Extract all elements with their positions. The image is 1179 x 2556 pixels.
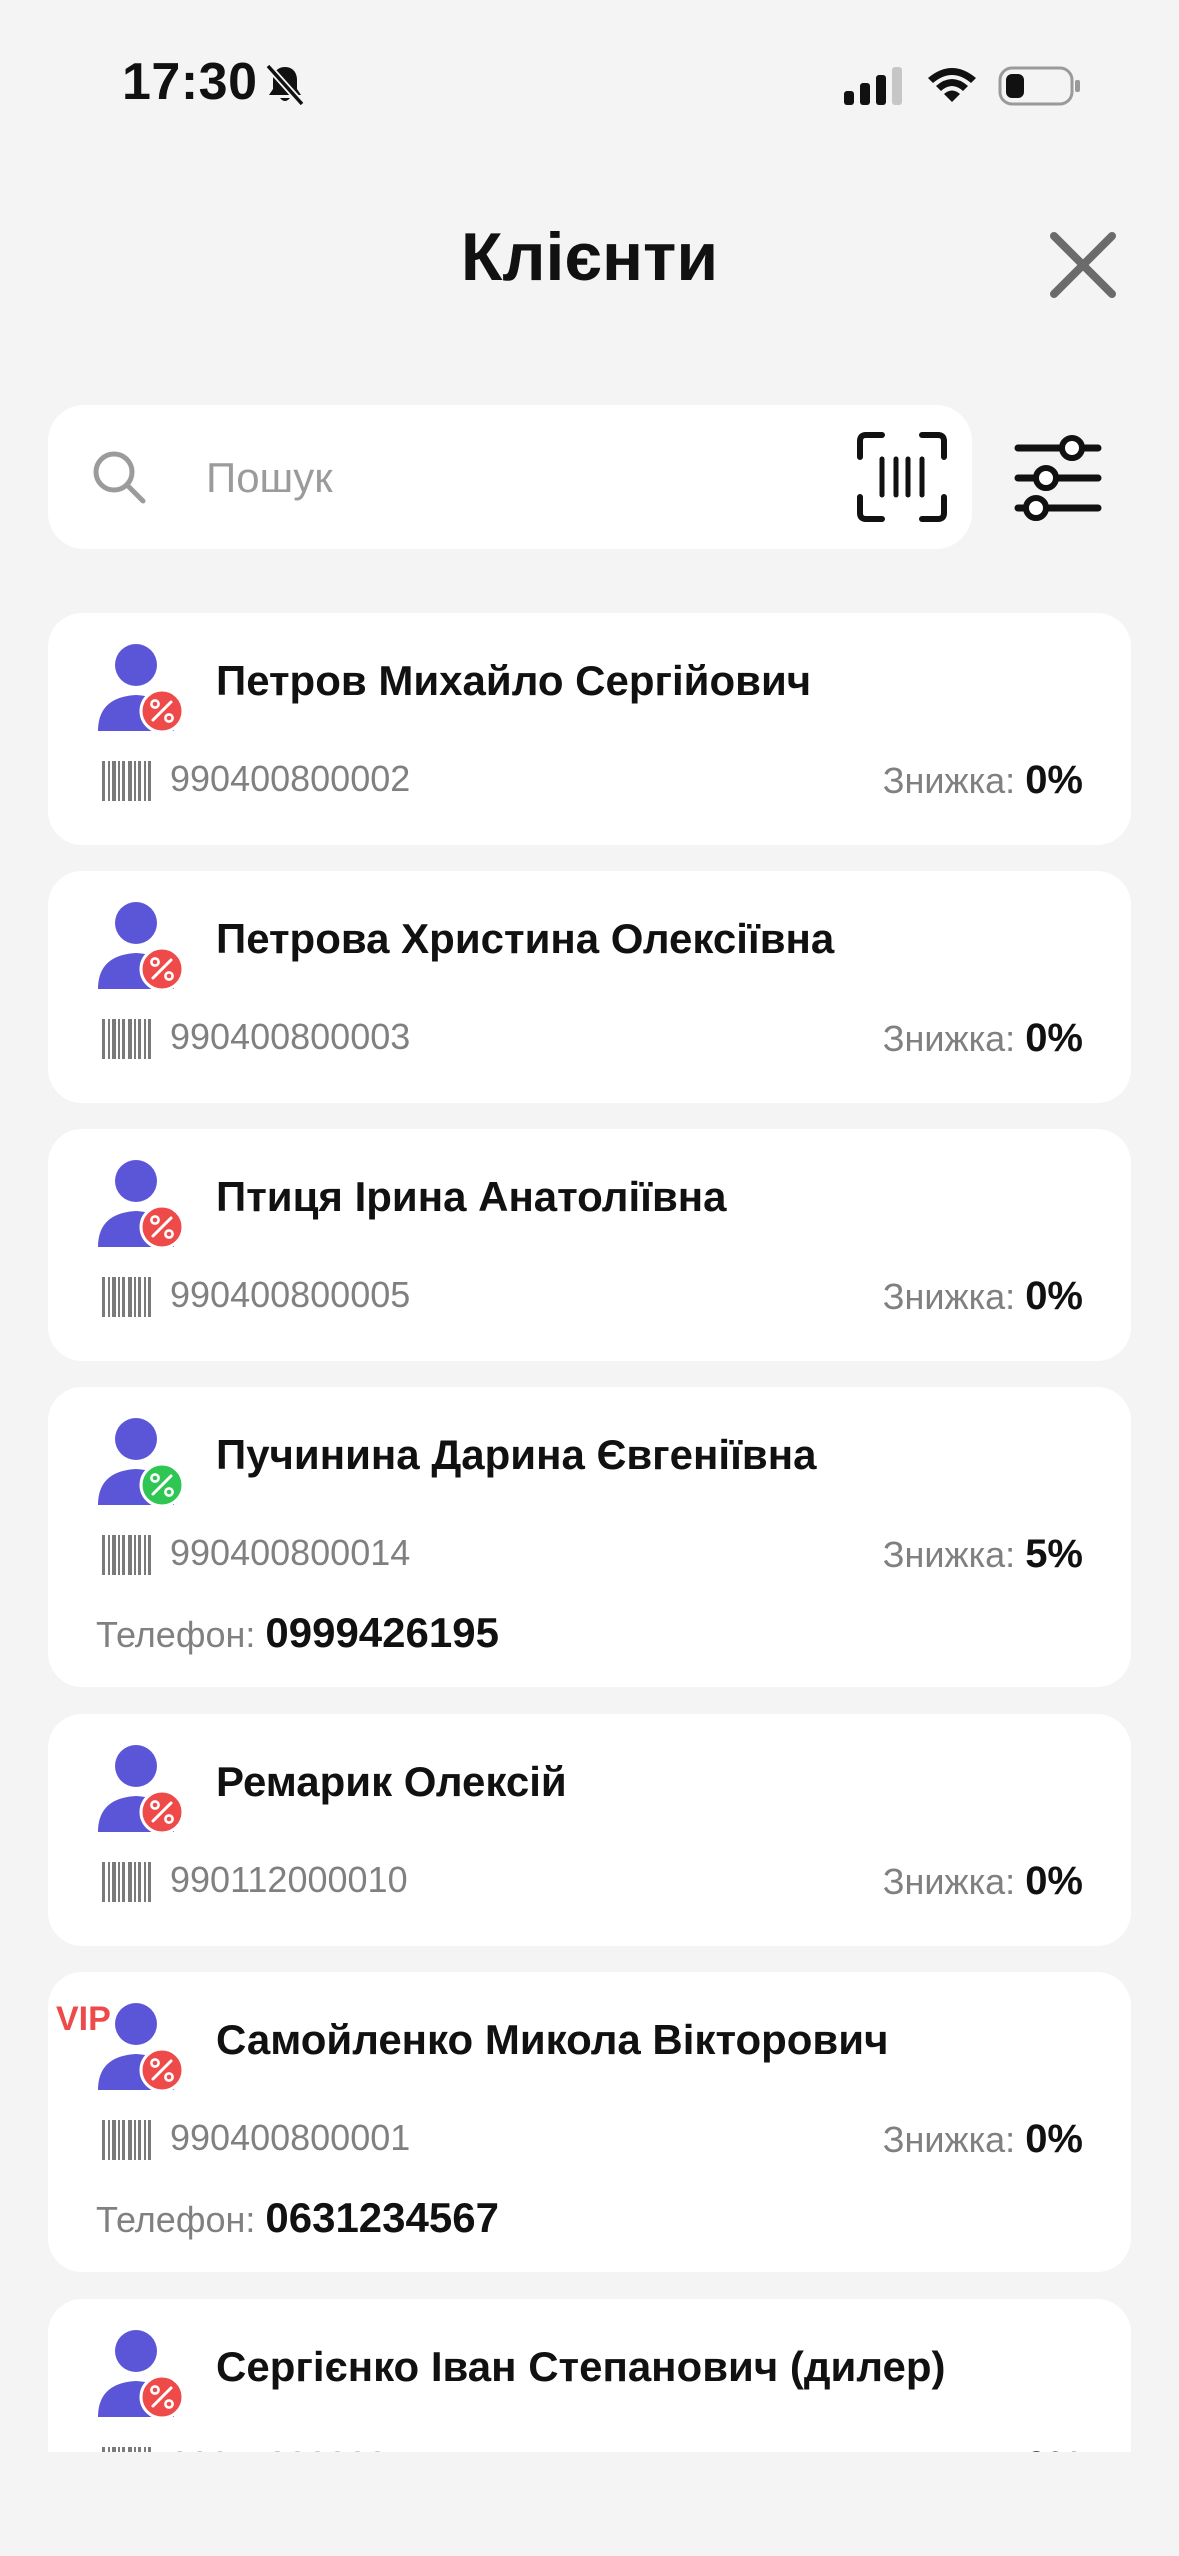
client-card[interactable]: Петрова Христина Олексіївна 990400800003 З… [48, 871, 1131, 1103]
client-name: Ремарик Олексій [216, 1758, 567, 1805]
discount-value: 0% [1025, 1016, 1083, 1060]
search-icon [93, 451, 146, 504]
client-name: Петров Михайло Сергійович [216, 657, 812, 704]
client-avatar-icon [98, 1745, 185, 1835]
client-phone: Телефон: 0999426195 [96, 1609, 499, 1657]
discount-label: Знижка: [882, 1276, 1016, 1317]
client-list: Петров Михайло Сергійович 990400800002 Зни… [0, 0, 1179, 2452]
search-input[interactable] [204, 441, 728, 515]
client-card[interactable]: Птиця Ірина Анатоліївна 990400800005 Знижк… [48, 1129, 1131, 1361]
client-card[interactable]: VIP Самойленко Микола Вікторович 990400800… [48, 1972, 1131, 2272]
client-barcode-number: 990112000001 [170, 2444, 408, 2452]
discount-value: 0% [1025, 2444, 1083, 2452]
barcode-icon [102, 1535, 151, 1575]
client-name: Пучинина Дарина Євгеніївна [216, 1431, 817, 1478]
discount-label: Знижка: [882, 760, 1016, 801]
phone-label: Телефон: [96, 1614, 256, 1655]
discount-label: Знижка: [882, 1018, 1016, 1059]
discount-value: 5% [1025, 1532, 1083, 1576]
client-name: Птиця Ірина Анатоліївна [216, 1173, 727, 1220]
client-discount: Знижка: 5% [883, 1532, 1083, 1577]
client-barcode-number: 990400800005 [170, 1274, 411, 1315]
client-barcode-number: 990400800014 [170, 1532, 411, 1573]
client-avatar-icon [98, 2330, 185, 2420]
discount-value: 0% [1025, 2117, 1083, 2161]
client-discount: Знижка: 0% [883, 2117, 1083, 2162]
barcode-icon [102, 1019, 151, 1059]
discount-label: Знижка: [882, 2119, 1016, 2160]
close-icon[interactable] [1040, 222, 1126, 308]
filter-sliders-icon[interactable] [1010, 430, 1106, 526]
client-card[interactable]: Сергієнко Іван Степанович (дилер) 9901120… [48, 2299, 1131, 2452]
discount-label: Знижка: [882, 1861, 1016, 1902]
client-barcode-number: 990400800002 [170, 758, 411, 799]
client-card[interactable]: Пучинина Дарина Євгеніївна 990400800014 Зн… [48, 1387, 1131, 1687]
client-avatar-icon [98, 1418, 185, 1508]
discount-value: 0% [1025, 1859, 1083, 1903]
client-barcode-number: 990400800003 [170, 1016, 411, 1057]
barcode-icon [102, 1862, 151, 1902]
discount-value: 0% [1025, 1274, 1083, 1318]
barcode-icon [102, 2120, 151, 2160]
client-avatar-icon [98, 644, 185, 734]
client-card[interactable]: Петров Михайло Сергійович 990400800002 Зни… [48, 613, 1131, 845]
client-barcode-number: 990400800001 [170, 2117, 411, 2158]
client-discount: Знижка: 0% [883, 1274, 1083, 1319]
phone-label: Телефон: [96, 2199, 256, 2240]
client-barcode-number: 990112000010 [170, 1859, 408, 1900]
phone-value: 0999426195 [265, 1609, 499, 1656]
client-phone: Телефон: 0631234567 [96, 2194, 499, 2242]
page-title: Клієнти [460, 219, 719, 295]
client-discount: Знижка: 0% [883, 1016, 1083, 1061]
client-name: Самойленко Микола Вікторович [216, 2016, 889, 2063]
client-discount: Знижка: 0% [883, 1859, 1083, 1904]
vip-badge: VIP [56, 2000, 111, 2038]
barcode-icon [102, 1277, 151, 1317]
barcode-scan-icon[interactable] [854, 429, 950, 525]
client-discount: Знижка: 0% [883, 758, 1083, 803]
client-name: Сергієнко Іван Степанович (дилер) [216, 2343, 946, 2390]
barcode-icon [102, 761, 151, 801]
client-avatar-icon [98, 1160, 185, 1250]
discount-value: 0% [1025, 758, 1083, 802]
search-box [48, 405, 972, 549]
client-name: Петрова Христина Олексіївна [216, 915, 835, 962]
phone-value: 0631234567 [265, 2194, 499, 2241]
client-avatar-icon [98, 902, 185, 992]
client-discount: Знижка: 0% [883, 2444, 1083, 2452]
client-card[interactable]: Ремарик Олексій 990112000010 Знижка: 0% [48, 1714, 1131, 1946]
discount-label: Знижка: [883, 2446, 1015, 2452]
discount-label: Знижка: [882, 1534, 1016, 1575]
barcode-icon [102, 2447, 151, 2452]
